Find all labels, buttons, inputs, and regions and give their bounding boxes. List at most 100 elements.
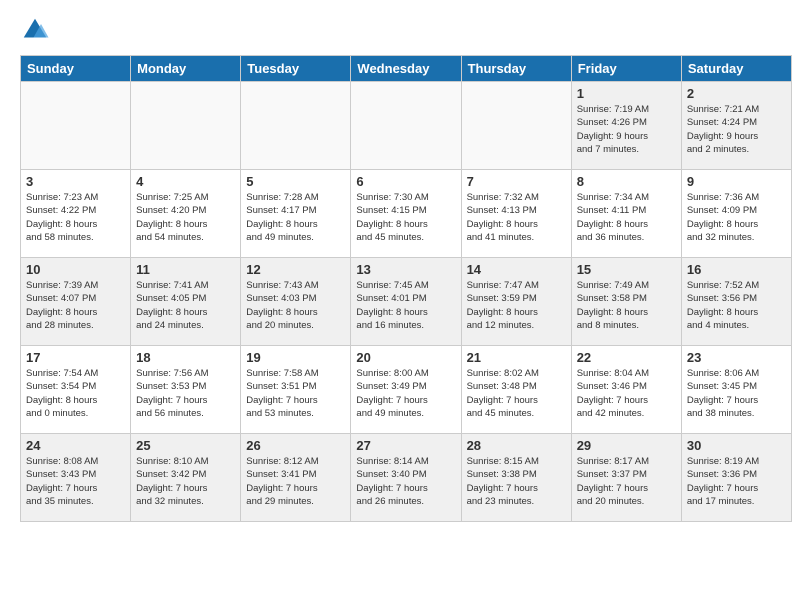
calendar-day: 7 Sunrise: 7:32 AM Sunset: 4:13 PM Daylig… [461,170,571,258]
day-number: 4 [136,174,235,189]
day-number: 21 [467,350,566,365]
calendar-day: 16 Sunrise: 7:52 AM Sunset: 3:56 PM Dayli… [681,258,791,346]
day-number: 14 [467,262,566,277]
day-number: 30 [687,438,786,453]
calendar-week-row: 1 Sunrise: 7:19 AM Sunset: 4:26 PM Daylig… [21,82,792,170]
day-number: 6 [356,174,455,189]
day-number: 16 [687,262,786,277]
calendar-day: 11 Sunrise: 7:41 AM Sunset: 4:05 PM Dayli… [131,258,241,346]
calendar-week-row: 10 Sunrise: 7:39 AM Sunset: 4:07 PM Dayli… [21,258,792,346]
day-number: 2 [687,86,786,101]
calendar-day: 19Sunrise: 7:58 AM Sunset: 3:51 PM Dayli… [241,346,351,434]
calendar-day [351,82,461,170]
day-info: Sunrise: 7:49 AM Sunset: 3:58 PM Dayligh… [577,279,676,332]
day-info: Sunrise: 7:21 AM Sunset: 4:24 PM Dayligh… [687,103,786,156]
weekday-header: Monday [131,56,241,82]
day-number: 23 [687,350,786,365]
calendar-day: 3Sunrise: 7:23 AM Sunset: 4:22 PM Daylig… [21,170,131,258]
day-info: Sunrise: 8:08 AM Sunset: 3:43 PM Dayligh… [26,455,125,508]
header-row: SundayMondayTuesdayWednesdayThursdayFrid… [21,56,792,82]
calendar-day [21,82,131,170]
logo-icon [20,15,50,45]
calendar-day: 28 Sunrise: 8:15 AM Sunset: 3:38 PM Dayli… [461,434,571,522]
day-number: 11 [136,262,235,277]
day-number: 20 [356,350,455,365]
day-info: Sunrise: 7:54 AM Sunset: 3:54 PM Dayligh… [26,367,125,420]
weekday-header: Friday [571,56,681,82]
calendar-day: 14 Sunrise: 7:47 AM Sunset: 3:59 PM Dayli… [461,258,571,346]
calendar-header: SundayMondayTuesdayWednesdayThursdayFrid… [21,56,792,82]
day-info: Sunrise: 8:15 AM Sunset: 3:38 PM Dayligh… [467,455,566,508]
day-info: Sunrise: 8:10 AM Sunset: 3:42 PM Dayligh… [136,455,235,508]
day-number: 25 [136,438,235,453]
day-number: 12 [246,262,345,277]
weekday-header: Tuesday [241,56,351,82]
day-info: Sunrise: 7:56 AM Sunset: 3:53 PM Dayligh… [136,367,235,420]
calendar-day: 8 Sunrise: 7:34 AM Sunset: 4:11 PM Daylig… [571,170,681,258]
day-number: 10 [26,262,125,277]
calendar-day: 25 Sunrise: 8:10 AM Sunset: 3:42 PM Dayli… [131,434,241,522]
calendar-week-row: 3Sunrise: 7:23 AM Sunset: 4:22 PM Daylig… [21,170,792,258]
day-number: 5 [246,174,345,189]
day-number: 7 [467,174,566,189]
calendar-week-row: 24 Sunrise: 8:08 AM Sunset: 3:43 PM Dayli… [21,434,792,522]
calendar-day: 18Sunrise: 7:56 AM Sunset: 3:53 PM Dayli… [131,346,241,434]
calendar-day: 13 Sunrise: 7:45 AM Sunset: 4:01 PM Dayli… [351,258,461,346]
day-info: Sunrise: 7:39 AM Sunset: 4:07 PM Dayligh… [26,279,125,332]
calendar-day: 9 Sunrise: 7:36 AM Sunset: 4:09 PM Daylig… [681,170,791,258]
calendar-week-row: 17Sunrise: 7:54 AM Sunset: 3:54 PM Dayli… [21,346,792,434]
day-info: Sunrise: 7:45 AM Sunset: 4:01 PM Dayligh… [356,279,455,332]
day-number: 29 [577,438,676,453]
day-number: 1 [577,86,676,101]
day-info: Sunrise: 8:04 AM Sunset: 3:46 PM Dayligh… [577,367,676,420]
day-info: Sunrise: 8:06 AM Sunset: 3:45 PM Dayligh… [687,367,786,420]
day-info: Sunrise: 7:32 AM Sunset: 4:13 PM Dayligh… [467,191,566,244]
weekday-header: Sunday [21,56,131,82]
day-number: 22 [577,350,676,365]
calendar-day: 1 Sunrise: 7:19 AM Sunset: 4:26 PM Daylig… [571,82,681,170]
calendar-day [461,82,571,170]
day-info: Sunrise: 7:47 AM Sunset: 3:59 PM Dayligh… [467,279,566,332]
calendar-day: 10 Sunrise: 7:39 AM Sunset: 4:07 PM Dayli… [21,258,131,346]
day-number: 26 [246,438,345,453]
day-number: 28 [467,438,566,453]
day-info: Sunrise: 8:02 AM Sunset: 3:48 PM Dayligh… [467,367,566,420]
calendar-day: 26 Sunrise: 8:12 AM Sunset: 3:41 PM Dayli… [241,434,351,522]
calendar-day: 17Sunrise: 7:54 AM Sunset: 3:54 PM Dayli… [21,346,131,434]
day-info: Sunrise: 7:23 AM Sunset: 4:22 PM Dayligh… [26,191,125,244]
calendar-day: 5 Sunrise: 7:28 AM Sunset: 4:17 PM Daylig… [241,170,351,258]
calendar-wrapper: SundayMondayTuesdayWednesdayThursdayFrid… [0,55,792,532]
calendar-day: 12Sunrise: 7:43 AM Sunset: 4:03 PM Dayli… [241,258,351,346]
calendar-body: 1 Sunrise: 7:19 AM Sunset: 4:26 PM Daylig… [21,82,792,522]
day-info: Sunrise: 7:28 AM Sunset: 4:17 PM Dayligh… [246,191,345,244]
weekday-header: Wednesday [351,56,461,82]
day-info: Sunrise: 7:41 AM Sunset: 4:05 PM Dayligh… [136,279,235,332]
calendar-day [241,82,351,170]
day-info: Sunrise: 8:12 AM Sunset: 3:41 PM Dayligh… [246,455,345,508]
day-number: 24 [26,438,125,453]
calendar-day: 24 Sunrise: 8:08 AM Sunset: 3:43 PM Dayli… [21,434,131,522]
logo [20,15,55,45]
day-number: 8 [577,174,676,189]
day-info: Sunrise: 7:25 AM Sunset: 4:20 PM Dayligh… [136,191,235,244]
day-number: 19 [246,350,345,365]
weekday-header: Saturday [681,56,791,82]
day-number: 9 [687,174,786,189]
day-info: Sunrise: 8:19 AM Sunset: 3:36 PM Dayligh… [687,455,786,508]
calendar-day: 15Sunrise: 7:49 AM Sunset: 3:58 PM Dayli… [571,258,681,346]
calendar-day: 23 Sunrise: 8:06 AM Sunset: 3:45 PM Dayli… [681,346,791,434]
calendar-day: 20 Sunrise: 8:00 AM Sunset: 3:49 PM Dayli… [351,346,461,434]
day-info: Sunrise: 7:30 AM Sunset: 4:15 PM Dayligh… [356,191,455,244]
day-info: Sunrise: 7:52 AM Sunset: 3:56 PM Dayligh… [687,279,786,332]
calendar-day: 6 Sunrise: 7:30 AM Sunset: 4:15 PM Daylig… [351,170,461,258]
calendar-day: 27Sunrise: 8:14 AM Sunset: 3:40 PM Dayli… [351,434,461,522]
day-info: Sunrise: 7:19 AM Sunset: 4:26 PM Dayligh… [577,103,676,156]
day-info: Sunrise: 7:36 AM Sunset: 4:09 PM Dayligh… [687,191,786,244]
day-number: 13 [356,262,455,277]
day-info: Sunrise: 8:00 AM Sunset: 3:49 PM Dayligh… [356,367,455,420]
header [0,0,792,55]
day-info: Sunrise: 7:34 AM Sunset: 4:11 PM Dayligh… [577,191,676,244]
calendar-day: 22 Sunrise: 8:04 AM Sunset: 3:46 PM Dayli… [571,346,681,434]
day-info: Sunrise: 8:14 AM Sunset: 3:40 PM Dayligh… [356,455,455,508]
calendar-day: 4 Sunrise: 7:25 AM Sunset: 4:20 PM Daylig… [131,170,241,258]
